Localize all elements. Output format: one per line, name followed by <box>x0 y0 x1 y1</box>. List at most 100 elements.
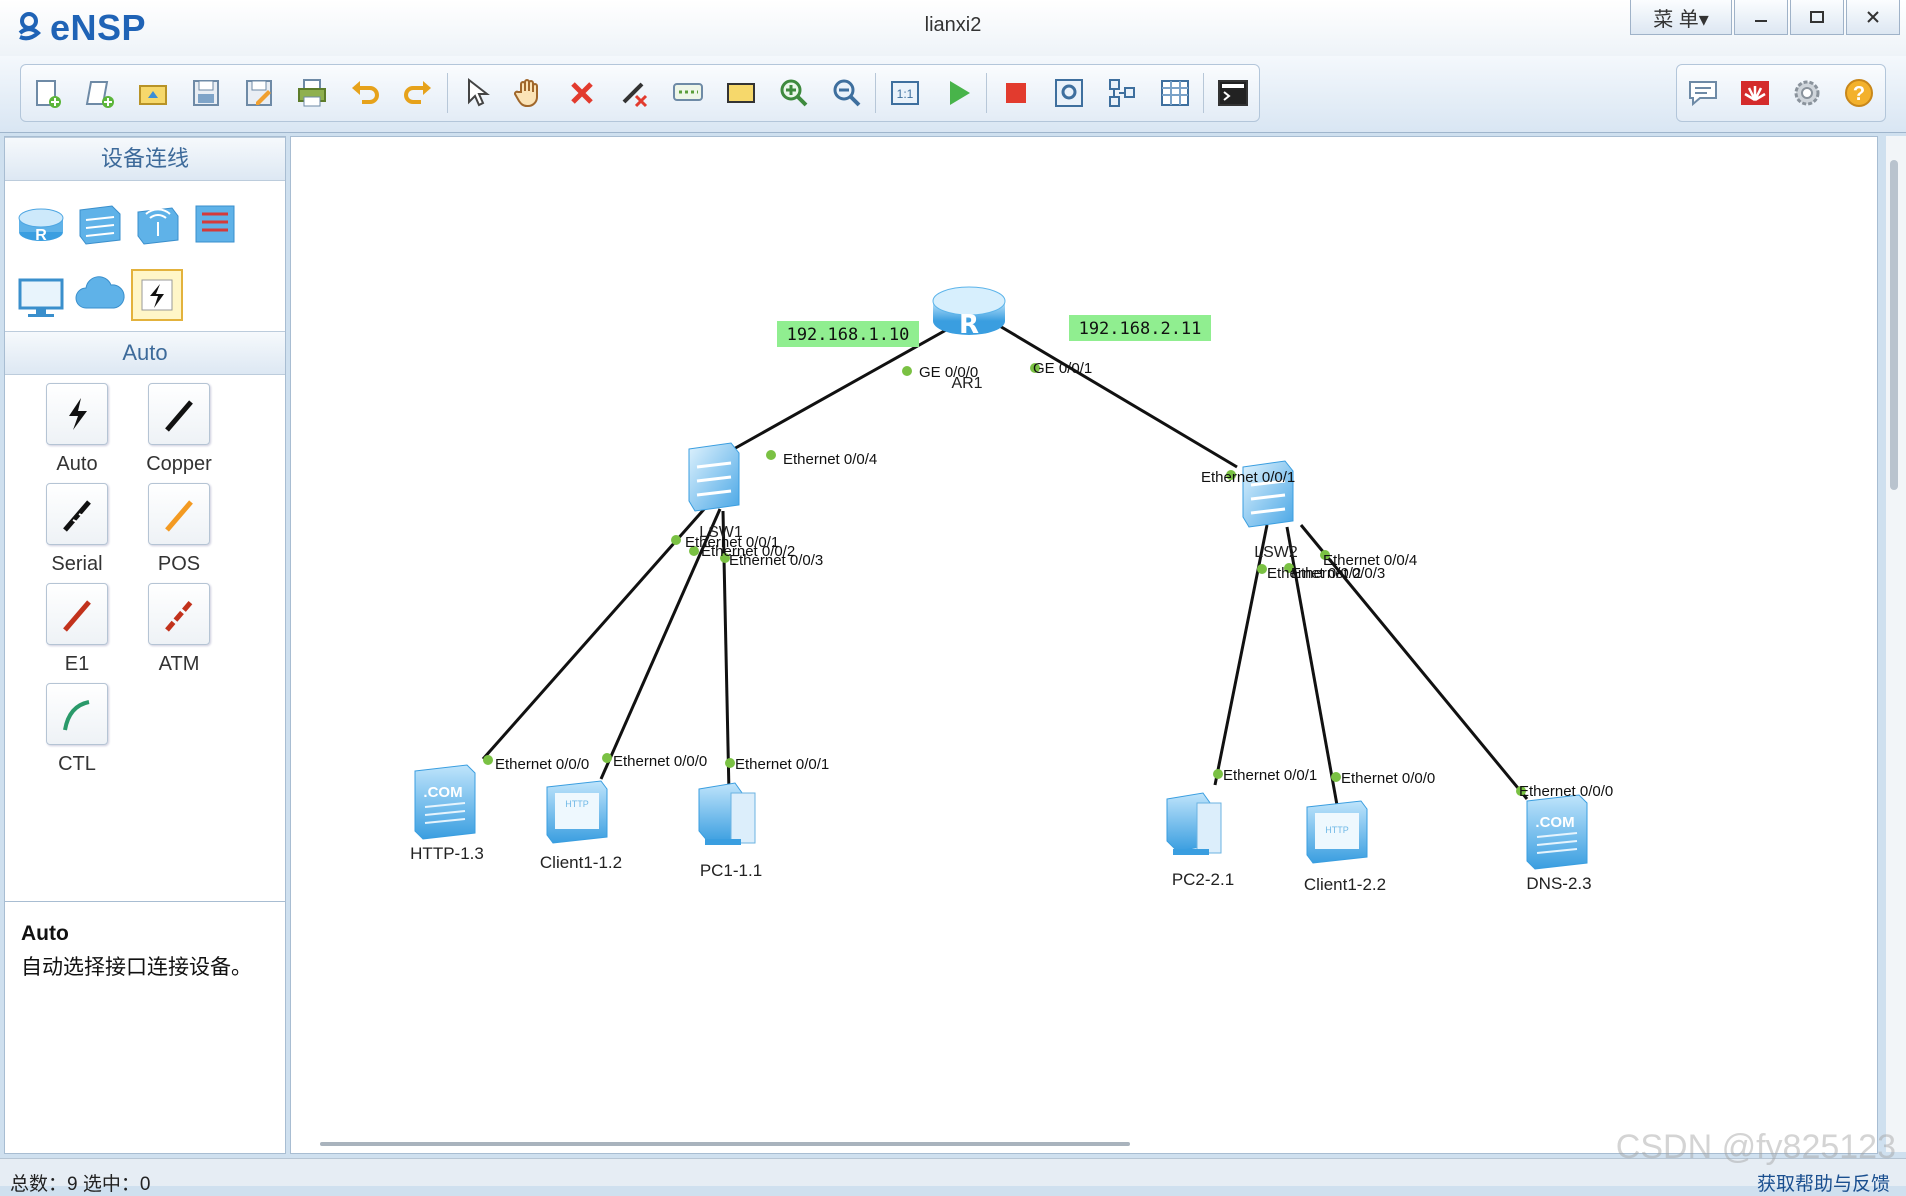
new-example-button[interactable] <box>74 65 127 121</box>
router-icon: R <box>18 208 64 244</box>
print-button[interactable] <box>286 65 339 121</box>
horizontal-scroll-thumb[interactable] <box>320 1142 1130 1146</box>
save-button[interactable] <box>180 65 233 121</box>
device-panel-header: 设备连线 <box>5 137 285 181</box>
huawei-icon <box>1741 81 1769 105</box>
toolbar: 1:1 ? <box>0 56 1906 133</box>
console-button[interactable] <box>1206 65 1259 121</box>
maximize-button[interactable] <box>1790 0 1844 35</box>
open-icon <box>139 85 168 105</box>
pc-1-1-1[interactable]: PC1-1.1 <box>698 782 762 880</box>
server-http[interactable]: .COM HTTP-1.3 <box>410 764 484 863</box>
svg-text:1:1: 1:1 <box>897 87 914 101</box>
undo-button[interactable] <box>339 65 392 121</box>
menu-button[interactable]: 菜 单▾ <box>1630 0 1732 35</box>
e1-cable-icon <box>63 600 91 632</box>
device-label-lsw2: LSW2 <box>1254 544 1298 561</box>
link-dot <box>766 450 776 460</box>
link-dot <box>902 366 912 376</box>
help-feedback-link[interactable]: 获取帮助与反馈 <box>1757 1169 1890 1196</box>
pc-terminal-icon <box>18 278 64 317</box>
client-1-1-2[interactable]: HTTP Client1-1.2 <box>540 780 622 872</box>
cable-label: POS <box>157 553 201 575</box>
cable-label: CTL <box>58 753 96 775</box>
settings-icon <box>1794 80 1820 106</box>
server-icon: .COM <box>414 764 476 840</box>
http-client-icon: HTTP <box>546 780 608 844</box>
text-annotation-button[interactable] <box>662 65 715 121</box>
switch-category-button[interactable] <box>69 193 129 253</box>
topology-drawing[interactable]: 192.168.1.10 192.168.2.11 R AR1 LSW1 LSW… <box>291 137 1877 1153</box>
toolbar-right-group: ? <box>1676 64 1886 122</box>
delete-button[interactable] <box>556 65 609 121</box>
link-ar1-lsw2[interactable] <box>997 323 1238 469</box>
toolbar-separator <box>1203 73 1205 113</box>
fit-view-button[interactable]: 1:1 <box>878 65 931 121</box>
close-button[interactable] <box>1846 0 1900 35</box>
grid-button[interactable] <box>1148 65 1201 121</box>
pos-cable-tile <box>148 483 210 545</box>
title-bar: eNSP lianxi2 菜 单▾ <box>0 0 1906 56</box>
device-label-client22: Client1-2.2 <box>1304 875 1386 894</box>
link-lsw2-pc21[interactable] <box>1213 524 1269 786</box>
select-button[interactable] <box>450 65 503 121</box>
pc-terminal-category-button[interactable] <box>11 265 71 325</box>
svg-text:HTTP: HTTP <box>565 799 589 809</box>
atm-cable-button[interactable]: ATM <box>119 583 239 693</box>
client-1-2-2[interactable]: HTTP Client1-2.2 <box>1304 800 1386 894</box>
firewall-category-button[interactable] <box>185 193 245 253</box>
redo-button[interactable] <box>392 65 445 121</box>
port-label: Ethernet 0/0/1 <box>735 756 829 773</box>
pan-hand-button[interactable] <box>503 65 556 121</box>
open-button[interactable] <box>127 65 180 121</box>
delete-link-button[interactable] <box>609 65 662 121</box>
description-title: Auto <box>21 922 69 945</box>
pos-cable-button[interactable]: POS <box>119 483 239 593</box>
capture-button[interactable] <box>1042 65 1095 121</box>
rectangle-button[interactable] <box>715 65 768 121</box>
switch-icon <box>79 205 121 245</box>
link-lsw1-http[interactable] <box>481 506 708 760</box>
toolbar-main-group: 1:1 <box>20 64 1260 122</box>
router-category-button[interactable]: R <box>11 193 71 253</box>
stop-device-button[interactable] <box>989 65 1042 121</box>
zoom-in-button[interactable] <box>768 65 821 121</box>
delete-icon <box>571 82 593 104</box>
switch-lsw1[interactable]: LSW1 <box>688 442 743 541</box>
svg-text:R: R <box>959 310 979 340</box>
start-device-icon <box>949 81 970 105</box>
chat-button[interactable] <box>1677 65 1729 121</box>
copper-cable-button[interactable]: Copper <box>119 383 239 493</box>
save-as-button[interactable] <box>233 65 286 121</box>
ip-label-1[interactable]: 192.168.1.10 <box>777 321 919 347</box>
pc-2-2-1[interactable]: PC2-2.1 <box>1166 792 1234 889</box>
device-label-pc11: PC1-1.1 <box>700 861 762 880</box>
cloud-category-button[interactable] <box>69 265 129 325</box>
new-topology-button[interactable] <box>21 65 74 121</box>
ip-label-2[interactable]: 192.168.2.11 <box>1069 315 1211 341</box>
port-labels: GE 0/0/0 GE 0/0/1 Ethernet 0/0/4 Etherne… <box>495 360 1613 800</box>
server-dns[interactable]: .COM DNS-2.3 <box>1526 794 1592 893</box>
vertical-scrollbar[interactable] <box>1886 136 1906 1152</box>
link-auto-category-button[interactable] <box>127 265 187 325</box>
start-device-button[interactable] <box>931 65 984 121</box>
save-icon <box>193 80 220 106</box>
huawei-button[interactable] <box>1729 65 1781 121</box>
wireless-category-button[interactable] <box>127 193 187 253</box>
topology-canvas[interactable]: 192.168.1.10 192.168.2.11 R AR1 LSW1 LSW… <box>290 136 1878 1154</box>
toolbar-separator <box>986 73 988 113</box>
zoom-out-button[interactable] <box>820 65 873 121</box>
svg-text:.COM: .COM <box>423 784 462 801</box>
topology-view-button[interactable] <box>1095 65 1148 121</box>
settings-button[interactable] <box>1781 65 1833 121</box>
close-icon <box>1867 11 1879 23</box>
link-dot <box>1257 564 1267 574</box>
vertical-scroll-thumb[interactable] <box>1890 160 1898 490</box>
pos-cable-icon <box>165 500 193 532</box>
toolbar-separator <box>875 73 877 113</box>
auto-cable-icon <box>69 398 87 430</box>
minimize-button[interactable] <box>1734 0 1788 35</box>
help-button[interactable]: ? <box>1833 65 1885 121</box>
ctl-cable-button[interactable]: CTL <box>17 683 137 793</box>
svg-text:?: ? <box>1853 83 1865 105</box>
